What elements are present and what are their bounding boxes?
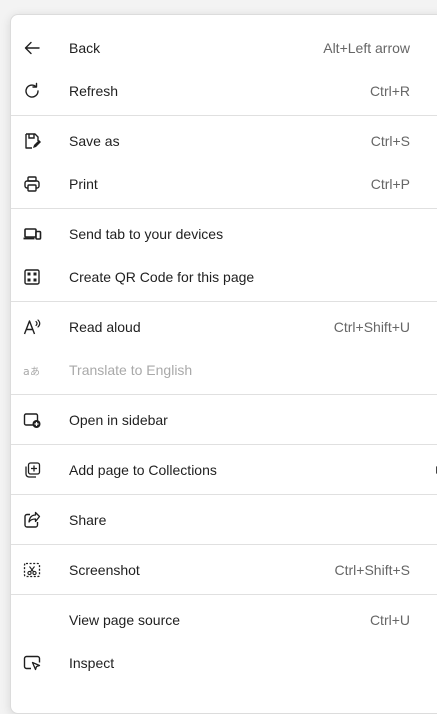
menu-item-screenshot[interactable]: Screenshot Ctrl+Shift+S (11, 549, 437, 591)
context-menu: Back Alt+Left arrow Refresh Ctrl+R Save … (10, 14, 437, 714)
menu-item-shortcut: Ctrl+R (369, 83, 410, 99)
save-as-icon (21, 130, 43, 152)
menu-item-inspect[interactable]: Inspect (11, 642, 437, 684)
read-aloud-icon (21, 316, 43, 338)
menu-item-label: Read aloud (69, 319, 141, 335)
menu-separator (11, 115, 437, 116)
menu-item-share[interactable]: Share (11, 499, 437, 541)
menu-item-label: Send tab to your devices (69, 226, 224, 242)
menu-item-shortcut: Ctrl+S (370, 133, 410, 149)
qr-code-icon (21, 266, 43, 288)
refresh-icon (21, 80, 43, 102)
menu-separator (11, 394, 437, 395)
menu-item-back[interactable]: Back Alt+Left arrow (11, 27, 437, 69)
menu-item-add-to-collections[interactable]: Add page to Collections (11, 449, 437, 491)
menu-item-translate: aあ Translate to English (11, 349, 437, 391)
menu-item-open-in-sidebar[interactable]: Open in sidebar (11, 399, 437, 441)
menu-item-label: Inspect (69, 655, 115, 671)
menu-item-shortcut: Ctrl+P (370, 176, 410, 192)
svg-text:a: a (23, 365, 30, 378)
menu-item-read-aloud[interactable]: Read aloud Ctrl+Shift+U (11, 306, 437, 348)
translate-icon: aあ (21, 359, 43, 381)
menu-separator (11, 444, 437, 445)
arrow-left-icon (21, 37, 43, 59)
screenshot-icon (21, 559, 43, 581)
menu-item-shortcut: Ctrl+Shift+U (333, 319, 410, 335)
sidebar-icon (21, 409, 43, 431)
menu-item-label: Add page to Collections (69, 462, 217, 478)
menu-item-label: Save as (69, 133, 120, 149)
menu-item-label: Screenshot (69, 562, 140, 578)
menu-item-view-page-source[interactable]: View page source Ctrl+U (11, 599, 437, 641)
menu-item-save-as[interactable]: Save as Ctrl+S (11, 120, 437, 162)
menu-item-print[interactable]: Print Ctrl+P (11, 163, 437, 205)
menu-item-send-tab[interactable]: Send tab to your devices (11, 213, 437, 255)
menu-item-label: Create QR Code for this page (69, 269, 255, 285)
menu-item-label: Print (69, 176, 98, 192)
menu-item-label: Refresh (69, 83, 119, 99)
share-icon (21, 509, 43, 531)
menu-item-shortcut: Ctrl+Shift+S (334, 562, 410, 578)
menu-item-create-qr-code[interactable]: Create QR Code for this page (11, 256, 437, 298)
menu-separator (11, 208, 437, 209)
menu-separator (11, 494, 437, 495)
devices-icon (21, 223, 43, 245)
menu-item-label: Open in sidebar (69, 412, 168, 428)
menu-item-label: Back (69, 40, 101, 56)
menu-item-shortcut: Ctrl+U (369, 612, 410, 628)
svg-text:あ: あ (30, 366, 40, 378)
menu-separator (11, 301, 437, 302)
menu-item-label: Translate to English (69, 362, 193, 378)
menu-separator (11, 544, 437, 545)
inspect-icon (21, 652, 43, 674)
menu-item-label: View page source (69, 612, 181, 628)
menu-separator (11, 594, 437, 595)
menu-item-label: Share (69, 512, 107, 528)
printer-icon (21, 173, 43, 195)
collections-add-icon (21, 459, 43, 481)
menu-item-shortcut: Alt+Left arrow (323, 40, 410, 56)
menu-item-refresh[interactable]: Refresh Ctrl+R (11, 70, 437, 112)
